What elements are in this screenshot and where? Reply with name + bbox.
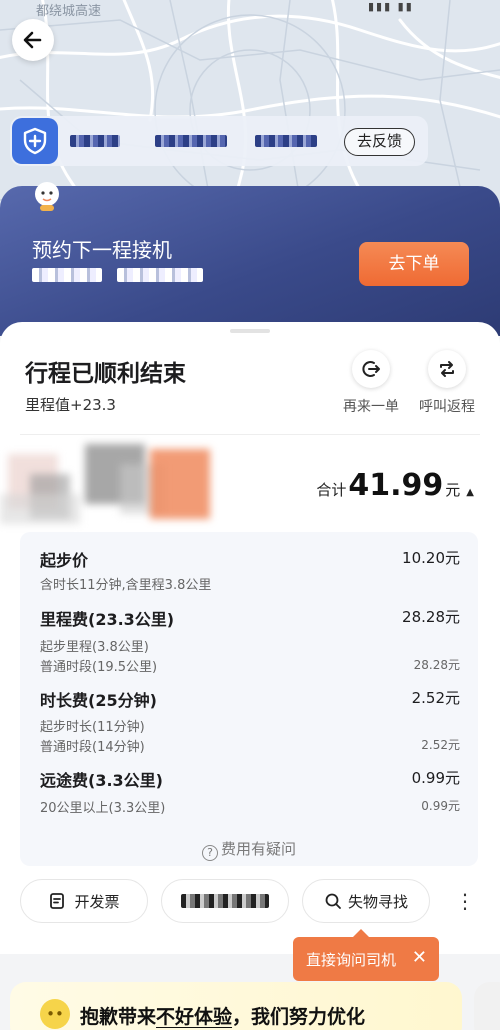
fee-sub-row: 含时长11分钟,含里程3.8公里	[40, 574, 460, 593]
redacted-contact	[155, 135, 227, 147]
apology-text: 抱歉带来不好体验，我们努力优化	[80, 1006, 366, 1028]
fee-breakdown-panel: 起步价 10.20元 含时长11分钟,含里程3.8公里 里程费(23.3公里) …	[20, 532, 478, 866]
return-trip-icon	[440, 361, 454, 377]
reorder-icon	[362, 361, 380, 377]
total-amount: 41.99	[348, 468, 444, 503]
fee-sub-row: 普通时段(19.5公里) 28.28元	[40, 656, 460, 675]
promo-title: 预约下一程接机	[32, 238, 172, 262]
fee-amount: 10.20元	[402, 549, 460, 567]
fee-sub-amount: 0.99元	[421, 799, 460, 813]
fee-sub-row: 起步时长(11分钟)	[40, 716, 460, 735]
return-trip-label: 呼叫返程	[419, 399, 475, 415]
invoice-icon	[50, 893, 65, 909]
trip-status-title: 行程已顺利结束	[25, 361, 186, 387]
order-button[interactable]: 去下单	[359, 242, 469, 286]
total-prefix: 合计	[316, 481, 347, 499]
fee-sub-label: 普通时段(14分钟)	[40, 740, 145, 755]
safety-shield-icon[interactable]	[12, 118, 58, 164]
sad-face-icon: ••	[40, 999, 70, 1029]
fee-sub-amount: 28.28元	[413, 658, 460, 672]
driver-info-blurred	[0, 444, 210, 524]
fee-sub-amount: 2.52元	[421, 738, 460, 752]
fee-name: 里程费(23.3公里)	[40, 610, 175, 629]
fee-name: 远途费(3.3公里)	[40, 771, 163, 790]
search-icon	[325, 893, 341, 909]
redacted-time	[117, 268, 203, 282]
feedback-button[interactable]: 去反馈	[344, 128, 416, 156]
ask-driver-tooltip[interactable]: 直接询问司机 ✕	[293, 929, 439, 981]
redacted-label	[181, 894, 269, 908]
redacted-time	[32, 268, 102, 282]
fee-amount: 0.99元	[411, 769, 460, 787]
status-signal-icon: ▮▮▮ ▮▮	[368, 0, 414, 13]
question-icon: ?	[201, 845, 218, 861]
fee-sub-label: 普通时段(19.5公里)	[40, 660, 158, 675]
total-fare[interactable]: 合计 41.99 元 ▲	[316, 468, 474, 503]
fee-row: 里程费(23.3公里) 28.28元	[40, 606, 460, 630]
fee-row: 时长费(25分钟) 2.52元	[40, 687, 460, 711]
return-trip-button[interactable]: 呼叫返程	[407, 350, 487, 416]
drag-handle[interactable]	[230, 329, 270, 333]
fee-name: 起步价	[40, 551, 89, 570]
reorder-label: 再来一单	[343, 399, 399, 415]
reorder-button[interactable]: 再来一单	[331, 350, 411, 416]
mascot-icon	[35, 182, 59, 211]
total-unit: 元	[445, 481, 461, 499]
close-icon[interactable]: ✕	[412, 947, 427, 968]
fee-question-link[interactable]: ? 费用有疑问	[20, 838, 478, 861]
promo-banner[interactable]: 预约下一程接机 去下单	[0, 186, 500, 336]
redacted-contact	[70, 135, 120, 147]
fee-sub-row: 普通时段(14分钟) 2.52元	[40, 736, 460, 755]
collapse-caret-icon[interactable]: ▲	[466, 487, 474, 498]
fee-sub-label: 20公里以上(3.3公里)	[40, 801, 166, 816]
map-road-label: 都绕城高速	[36, 4, 102, 19]
fee-row: 起步价 10.20元	[40, 547, 460, 571]
tooltip-text: 直接询问司机	[306, 950, 397, 969]
lost-found-label: 失物寻找	[347, 892, 408, 911]
invoice-button[interactable]: 开发票	[20, 879, 148, 923]
fee-question-label: 费用有疑问	[220, 840, 296, 858]
fee-name: 时长费(25分钟)	[40, 691, 157, 710]
fee-sub-label: 起步里程(3.8公里)	[40, 640, 149, 655]
fee-amount: 2.52元	[411, 689, 460, 707]
fee-sub-label: 含时长11分钟,含里程3.8公里	[40, 578, 212, 593]
redacted-contact	[255, 135, 317, 147]
redacted-action-button[interactable]	[161, 879, 289, 923]
safety-bar: 去反馈	[10, 116, 428, 166]
trip-summary-card: 行程已顺利结束 里程值+23.3 再来一单 呼叫返程 合计 41.99 元 ▲ …	[0, 322, 500, 954]
invoice-label: 开发票	[74, 892, 120, 911]
back-arrow-icon	[23, 31, 42, 49]
lost-found-button[interactable]: 失物寻找	[302, 879, 430, 923]
more-options-icon[interactable]: ⋮	[455, 887, 475, 915]
trip-complete-screen: 都绕城高速 ▮▮▮ ▮▮ 去反馈 预约下一程接机 去下单 行程已顺利结束 里程值…	[0, 0, 500, 1030]
back-button[interactable]	[12, 19, 54, 61]
fee-sub-row: 起步里程(3.8公里)	[40, 636, 460, 655]
mileage-points: 里程值+23.3	[25, 396, 116, 414]
fee-row: 远途费(3.3公里) 0.99元	[40, 767, 460, 791]
fee-amount: 28.28元	[402, 608, 460, 626]
fee-sub-label: 起步时长(11分钟)	[40, 720, 145, 735]
next-card-peek[interactable]	[474, 982, 500, 1030]
apology-card[interactable]: •• 抱歉带来不好体验，我们努力优化	[10, 982, 462, 1030]
fee-sub-row: 20公里以上(3.3公里) 0.99元	[40, 797, 460, 816]
